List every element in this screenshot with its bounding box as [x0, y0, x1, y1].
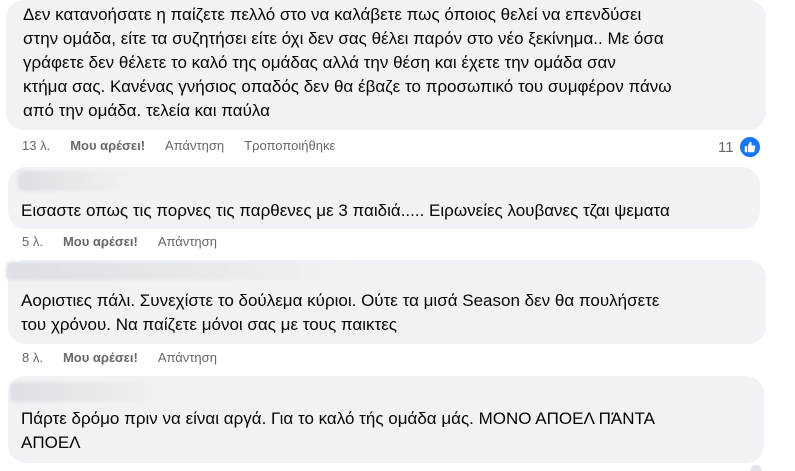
reply-button[interactable]: Απάντηση: [158, 234, 217, 249]
comment-text: Αοριστιες πάλι. Συνεχίστε το δούλεμα κύρ…: [21, 291, 660, 334]
thumbs-up-icon: [737, 135, 762, 159]
edited-label[interactable]: Τροποποιήθηκε: [244, 138, 335, 153]
scroll-edge-indicator: [750, 465, 762, 471]
comment-time[interactable]: 5 λ.: [22, 234, 43, 249]
comment-text: Πάρτε δρόμο πριν να είναι αργά. Για το κ…: [21, 409, 655, 452]
comment-bubble-4: Πάρτε δρόμο πριν να είναι αργά. Για το κ…: [8, 376, 764, 463]
comment-bubble-3: Αοριστιες πάλι. Συνεχίστε το δούλεμα κύρ…: [6, 260, 766, 344]
reaction-summary[interactable]: 11: [718, 135, 762, 159]
comment-time[interactable]: 13 λ.: [22, 138, 50, 153]
author-name-redacted[interactable]: [18, 171, 133, 191]
comment-actions-1: 13 λ. Μου αρέσει! Απάντηση Τροποποιήθηκε: [22, 138, 355, 153]
reaction-count: 11: [718, 138, 734, 156]
like-button[interactable]: Μου αρέσει!: [70, 138, 145, 153]
author-name-redacted[interactable]: [6, 262, 361, 280]
comment-time[interactable]: 8 λ.: [22, 350, 43, 365]
comment-actions-3: 8 λ. Μου αρέσει! Απάντηση: [22, 350, 237, 365]
comment-bubble-2: Εισαστε οπως τις πορνες τις παρθενες με …: [8, 167, 760, 229]
like-button[interactable]: Μου αρέσει!: [63, 350, 138, 365]
comment-bubble-1: Δεν κατανοήσατε η παίζετε πελλό στο να κ…: [6, 0, 766, 130]
reply-button[interactable]: Απάντηση: [158, 350, 217, 365]
like-button[interactable]: Μου αρέσει!: [63, 234, 138, 249]
comment-text: Δεν κατανοήσατε η παίζετε πελλό στο να κ…: [23, 5, 672, 120]
comment-actions-2: 5 λ. Μου αρέσει! Απάντηση: [22, 234, 237, 249]
reply-button[interactable]: Απάντηση: [165, 138, 224, 153]
author-name-redacted[interactable]: [10, 382, 174, 402]
comment-text: Εισαστε οπως τις πορνες τις παρθενες με …: [21, 201, 670, 220]
